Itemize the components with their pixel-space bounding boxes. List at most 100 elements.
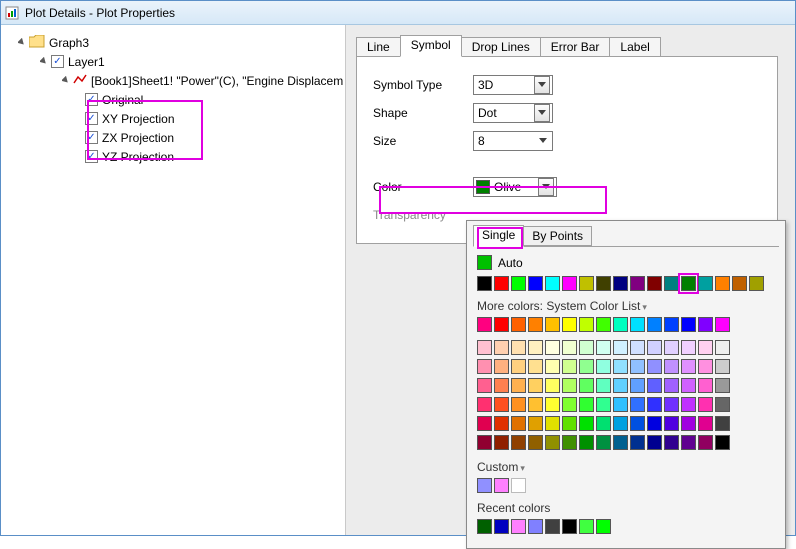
color-swatch[interactable]	[511, 435, 526, 450]
color-swatch[interactable]	[545, 416, 560, 431]
color-swatch[interactable]	[630, 397, 645, 412]
color-swatch[interactable]	[477, 378, 492, 393]
color-swatch[interactable]	[698, 397, 713, 412]
color-swatch[interactable]	[698, 317, 713, 332]
color-swatch[interactable]	[664, 378, 679, 393]
color-swatch[interactable]	[562, 519, 577, 534]
color-swatch[interactable]	[494, 397, 509, 412]
color-swatch[interactable]	[545, 359, 560, 374]
color-swatch[interactable]	[681, 340, 696, 355]
color-swatch[interactable]	[528, 317, 543, 332]
color-swatch[interactable]	[698, 416, 713, 431]
checkbox[interactable]: ✓	[51, 55, 64, 68]
color-swatch[interactable]	[681, 435, 696, 450]
color-swatch[interactable]	[494, 416, 509, 431]
color-swatch[interactable]	[613, 435, 628, 450]
color-tab-by-points[interactable]: By Points	[523, 226, 592, 246]
color-swatch[interactable]	[732, 276, 747, 291]
color-swatch[interactable]	[477, 435, 492, 450]
color-swatch[interactable]	[579, 378, 594, 393]
color-swatch[interactable]	[749, 276, 764, 291]
color-swatch[interactable]	[511, 359, 526, 374]
expander-icon[interactable]	[17, 38, 27, 48]
color-swatch[interactable]	[715, 317, 730, 332]
color-swatch[interactable]	[545, 340, 560, 355]
color-swatch[interactable]	[545, 519, 560, 534]
color-swatch[interactable]	[494, 435, 509, 450]
color-swatch[interactable]	[579, 340, 594, 355]
color-swatch[interactable]	[664, 416, 679, 431]
color-swatch[interactable]	[494, 317, 509, 332]
color-swatch[interactable]	[579, 435, 594, 450]
color-swatch[interactable]	[698, 340, 713, 355]
color-swatch[interactable]	[579, 359, 594, 374]
expander-icon[interactable]	[39, 57, 49, 67]
color-swatch[interactable]	[494, 478, 509, 493]
color-swatch[interactable]	[698, 435, 713, 450]
color-swatch[interactable]	[630, 317, 645, 332]
color-swatch[interactable]	[664, 340, 679, 355]
color-swatch[interactable]	[511, 416, 526, 431]
color-swatch[interactable]	[562, 340, 577, 355]
color-swatch[interactable]	[647, 359, 662, 374]
color-swatch[interactable]	[664, 435, 679, 450]
color-swatch[interactable]	[664, 359, 679, 374]
color-swatch[interactable]	[511, 378, 526, 393]
color-swatch[interactable]	[494, 378, 509, 393]
color-swatch[interactable]	[681, 378, 696, 393]
color-swatch[interactable]	[579, 397, 594, 412]
color-swatch[interactable]	[562, 435, 577, 450]
color-swatch[interactable]	[528, 276, 543, 291]
color-swatch[interactable]	[715, 378, 730, 393]
color-swatch[interactable]	[477, 276, 492, 291]
color-swatch[interactable]	[647, 340, 662, 355]
color-swatch[interactable]	[681, 397, 696, 412]
chevron-down-icon[interactable]	[534, 104, 550, 122]
color-swatch[interactable]	[477, 317, 492, 332]
color-swatch[interactable]	[664, 397, 679, 412]
color-swatch[interactable]	[613, 276, 628, 291]
color-swatch[interactable]	[511, 397, 526, 412]
color-swatch[interactable]	[562, 378, 577, 393]
color-swatch[interactable]	[596, 317, 611, 332]
color-swatch[interactable]	[647, 317, 662, 332]
color-swatch[interactable]	[596, 340, 611, 355]
color-swatch[interactable]	[528, 397, 543, 412]
tab-drop-lines[interactable]: Drop Lines	[461, 37, 541, 57]
color-swatch[interactable]	[477, 519, 492, 534]
color-swatch[interactable]	[596, 276, 611, 291]
color-swatch[interactable]	[545, 397, 560, 412]
color-swatch[interactable]	[545, 435, 560, 450]
color-swatch[interactable]	[494, 519, 509, 534]
symbol-type-select[interactable]: 3D	[473, 75, 553, 95]
color-swatch[interactable]	[596, 378, 611, 393]
color-swatch[interactable]	[681, 359, 696, 374]
color-swatch[interactable]	[715, 397, 730, 412]
chevron-down-icon[interactable]	[536, 133, 550, 149]
color-swatch[interactable]	[545, 317, 560, 332]
color-swatch[interactable]	[528, 340, 543, 355]
color-swatch[interactable]	[494, 276, 509, 291]
color-swatch[interactable]	[630, 416, 645, 431]
color-swatch[interactable]	[511, 340, 526, 355]
color-swatch[interactable]	[545, 378, 560, 393]
color-swatch[interactable]	[630, 378, 645, 393]
color-swatch[interactable]	[511, 317, 526, 332]
color-swatch[interactable]	[562, 276, 577, 291]
color-swatch[interactable]	[613, 317, 628, 332]
color-swatch[interactable]	[698, 276, 713, 291]
color-swatch[interactable]	[477, 340, 492, 355]
color-swatch[interactable]	[477, 416, 492, 431]
color-swatch[interactable]	[681, 416, 696, 431]
color-swatch[interactable]	[681, 276, 696, 291]
color-swatch[interactable]	[613, 416, 628, 431]
color-swatch[interactable]	[681, 317, 696, 332]
color-swatch[interactable]	[715, 416, 730, 431]
color-swatch[interactable]	[511, 519, 526, 534]
color-swatch[interactable]	[613, 378, 628, 393]
color-swatch[interactable]	[579, 317, 594, 332]
color-swatch[interactable]	[579, 519, 594, 534]
color-swatch[interactable]	[698, 378, 713, 393]
color-swatch[interactable]	[715, 359, 730, 374]
color-swatch[interactable]	[477, 478, 492, 493]
